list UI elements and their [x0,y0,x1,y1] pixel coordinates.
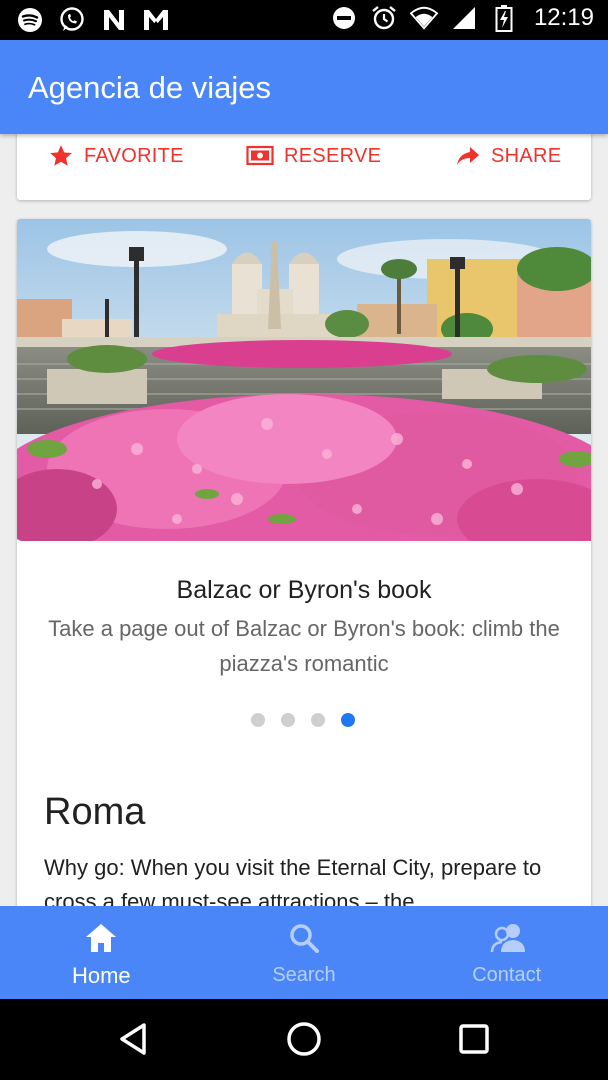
home-icon [83,920,119,956]
nav-home[interactable]: Home [0,906,203,999]
bottom-navigation: Home Search Contact [0,906,608,999]
clock: 12:19 [533,4,594,31]
destination-card: Balzac or Byron's book Take a page out o… [17,219,591,906]
carousel-title: Balzac or Byron's book [176,576,432,604]
carousel-dot-active[interactable] [341,713,355,727]
ticket-icon [246,145,274,167]
app-title: Agencia de viajes [28,70,271,105]
nav-contact-label: Contact [472,964,542,986]
contacts-icon [489,920,525,956]
section-text: Why go: When you visit the Eternal City,… [44,855,542,906]
nav-contact[interactable]: Contact [405,906,608,999]
whatsapp-icon [58,6,86,34]
carousel-dot[interactable] [281,713,295,727]
system-navigation-bar [0,999,608,1080]
favorite-button[interactable]: FAVORITE [48,138,184,174]
app-bar: Agencia de viajes [0,40,608,134]
actions-card: FAVORITE RESERVE SHARE [17,134,591,200]
nav-search-label: Search [272,964,336,986]
share-arrow-icon [455,144,481,168]
favorite-label: FAVORITE [84,144,184,167]
section-title: Roma [44,791,146,833]
n-app-icon [100,6,128,34]
carousel-dot[interactable] [251,713,265,727]
scroll-content[interactable]: FAVORITE RESERVE SHARE Balzac or Byron's… [0,134,608,906]
alarm-icon [370,4,398,32]
signal-icon [450,4,478,32]
search-icon [286,920,322,956]
back-icon[interactable] [114,1019,154,1059]
app-screen: 12:19 Agencia de viajes FAVORITE RESERVE [0,0,608,1080]
spanish-steps-azaleas-photo [17,219,591,541]
nav-search[interactable]: Search [203,906,406,999]
reserve-button[interactable]: RESERVE [246,138,381,174]
star-icon [48,143,74,169]
m-app-icon [142,6,170,34]
nav-home-label: Home [71,963,131,988]
home-circle-icon[interactable] [284,1019,324,1059]
spotify-icon [16,6,44,34]
recents-icon[interactable] [454,1019,494,1059]
share-label: SHARE [491,144,562,167]
do-not-disturb-icon [330,4,358,32]
battery-icon [490,4,518,32]
carousel-description: Take a page out of Balzac or Byron's boo… [48,616,560,676]
carousel-image[interactable] [17,219,591,541]
reserve-label: RESERVE [284,144,382,167]
carousel-dot[interactable] [311,713,325,727]
carousel-pagination [251,713,355,727]
share-button[interactable]: SHARE [455,138,561,174]
status-bar: 12:19 [0,0,608,40]
wifi-icon [409,4,438,32]
